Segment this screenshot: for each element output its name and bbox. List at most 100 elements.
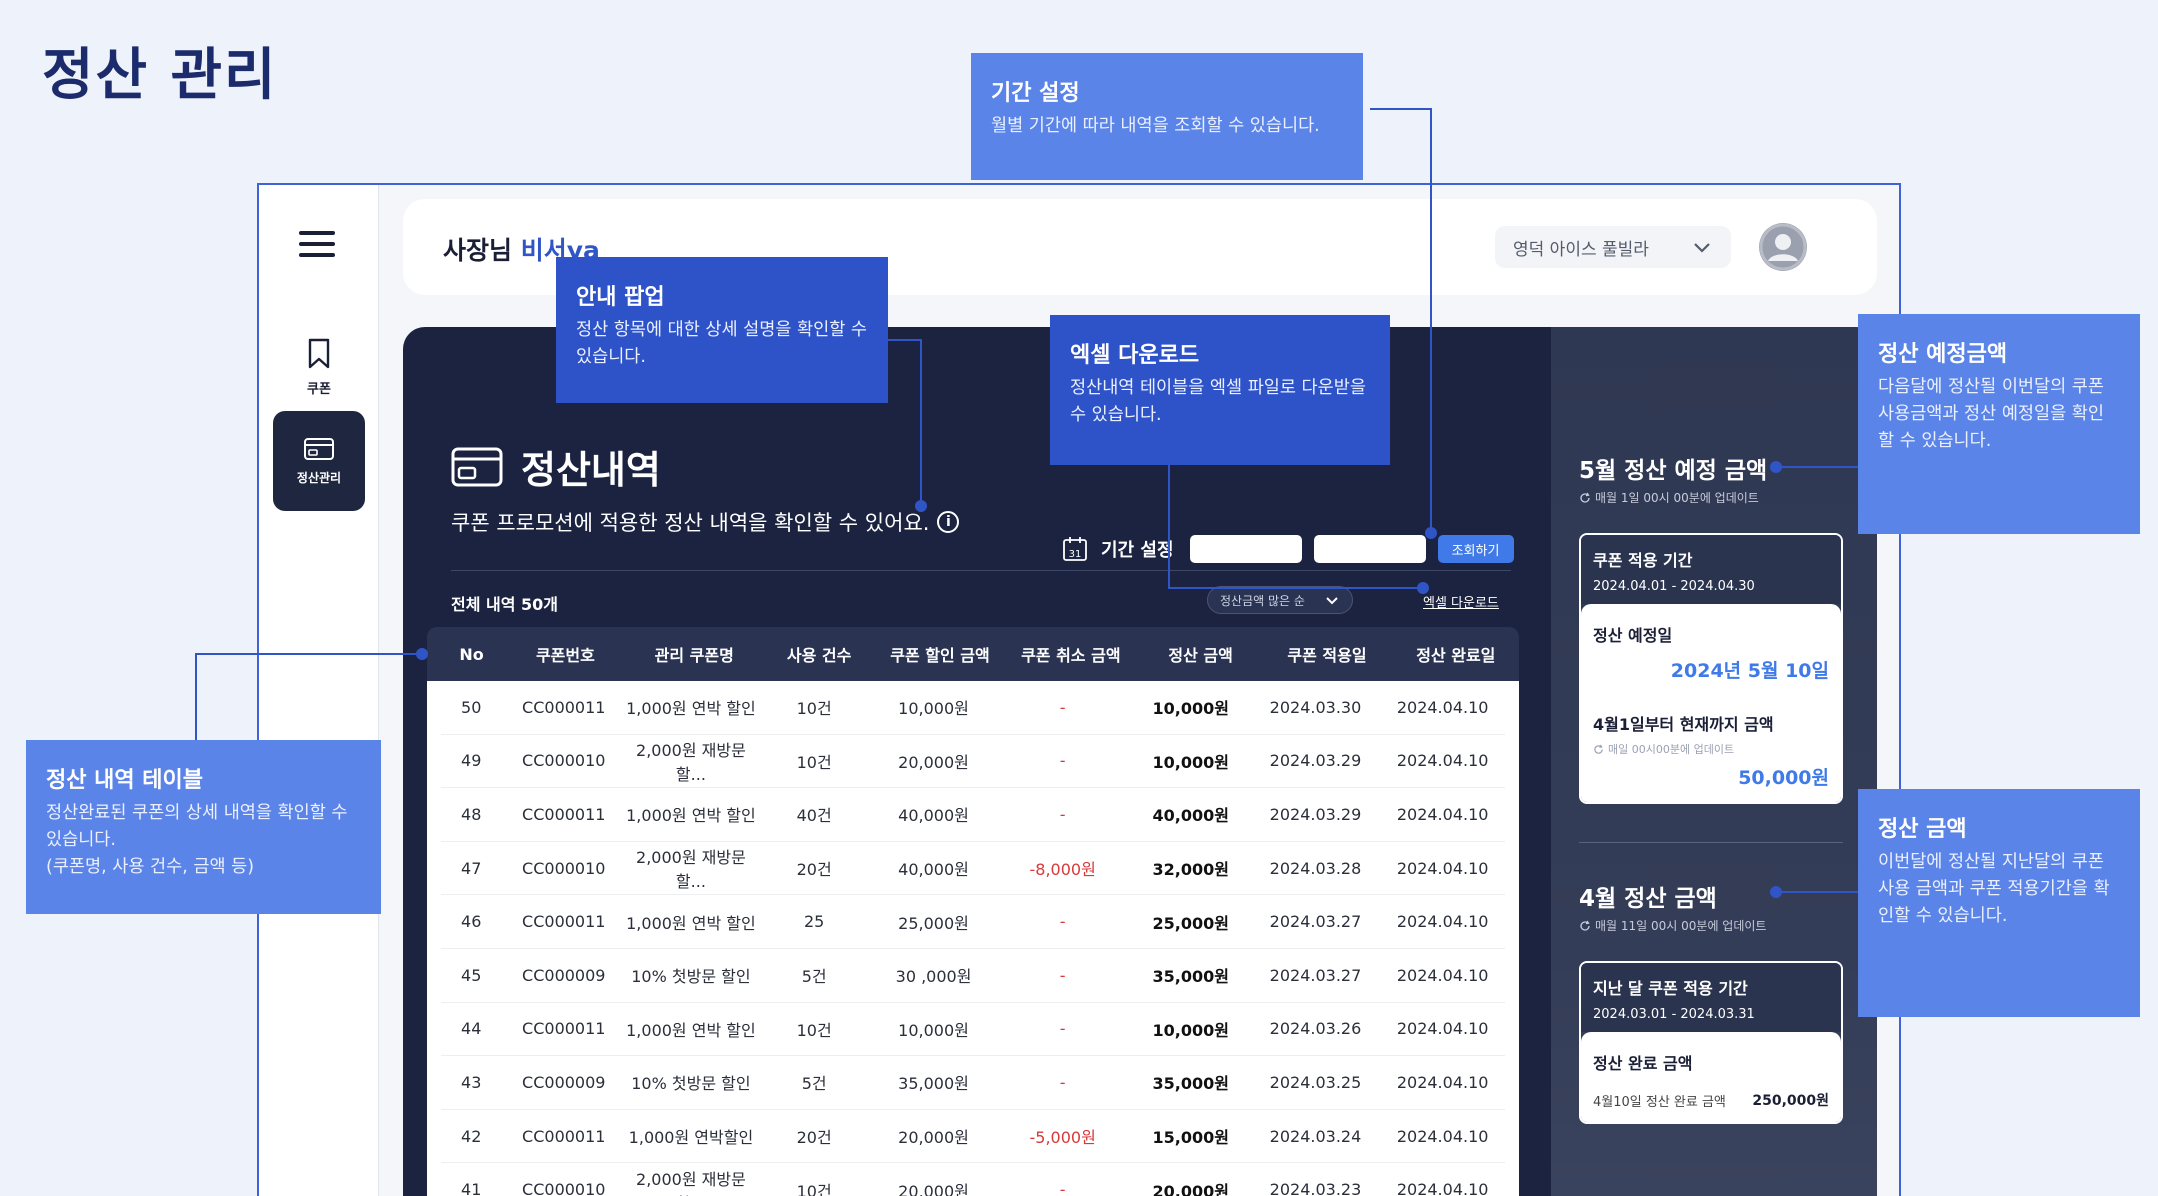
table-cell: 2024.04.10: [1396, 697, 1489, 717]
table-row[interactable]: 47 CC000010 2,000원 재방문 할... 20건 40,000원 -8,00…: [441, 842, 1505, 896]
table-row[interactable]: 46 CC000011 1,000원 연박 할인 25 25,000원 - 25,000원 2…: [441, 895, 1505, 949]
table-cell: 35,000원: [1152, 967, 1229, 987]
table-cell: 10건: [796, 699, 832, 719]
table-cell: 1,000원 연박 할인: [626, 1020, 756, 1040]
table-cell: 2,000원 재방문 할...: [636, 740, 746, 784]
table-cell: CC000009: [522, 965, 606, 985]
table-cell: 48: [461, 804, 482, 824]
table-cell: 10,000원: [1152, 1020, 1229, 1040]
table-cell: 2024.04.10: [1396, 858, 1489, 878]
table-cell: 2024.03.27: [1269, 965, 1362, 985]
table-cell: -5,000원: [1029, 1128, 1096, 1148]
done-label: 정산 완료 금액: [1593, 1054, 1693, 1073]
column-header[interactable]: 쿠폰 적용일: [1261, 642, 1392, 666]
leader-line: [1168, 587, 1422, 589]
avatar[interactable]: [1759, 223, 1807, 271]
sidebar-item-settlement[interactable]: 정산관리: [273, 411, 365, 511]
column-header[interactable]: 쿠폰 취소 금액: [1002, 642, 1140, 666]
table-cell: CC000011: [522, 697, 606, 717]
table-row[interactable]: 45 CC000009 10% 첫방문 할인 5건 30 ,000원 - 35,000원 20…: [441, 949, 1505, 1003]
callout-title: 정산 금액: [1878, 817, 1967, 842]
column-header[interactable]: 관리 쿠폰명: [629, 642, 760, 666]
table-cell: 2024.04.10: [1396, 1072, 1489, 1092]
menu-icon[interactable]: [299, 231, 335, 257]
column-header[interactable]: 사용 건수: [760, 642, 878, 666]
sidebar: 쿠폰 정산관리: [259, 185, 379, 1196]
table-cell: 20,000원: [898, 1181, 969, 1196]
column-header[interactable]: No: [441, 645, 502, 664]
end-date-input[interactable]: [1313, 535, 1426, 563]
table-cell: -8,000원: [1029, 860, 1096, 880]
table-row[interactable]: 42 CC000011 1,000원 연박할인 20건 20,000원 -5,000원 15…: [441, 1110, 1505, 1164]
table-cell: 47: [461, 858, 482, 878]
sidebar-item-coupon[interactable]: 쿠폰: [273, 317, 365, 417]
leader-line: [1779, 891, 1861, 893]
table-cell: 32,000원: [1152, 860, 1229, 880]
table-row[interactable]: 41 CC000010 2,000원 재방문 할... 10건 20,000원 - 20,0…: [441, 1163, 1505, 1196]
table-cell: CC000011: [522, 1126, 606, 1146]
table-cell: 35,000원: [898, 1074, 969, 1094]
column-header[interactable]: 쿠폰 할인 금액: [878, 642, 1001, 666]
sort-select-value: 정산금액 많은 순: [1220, 593, 1305, 608]
table-cell: -: [1059, 804, 1066, 824]
table-cell: 2024.03.23: [1269, 1180, 1362, 1196]
table-row[interactable]: 44 CC000011 1,000원 연박 할인 10건 10,000원 - 10,000원…: [441, 1003, 1505, 1057]
calendar-icon: 31: [1063, 537, 1087, 561]
start-date-input[interactable]: [1189, 535, 1302, 563]
card-period: 2024.04.01 - 2024.04.30: [1593, 579, 1755, 594]
table-cell: CC000010: [522, 1180, 606, 1196]
table-row[interactable]: 49 CC000010 2,000원 재방문 할... 10건 20,000원 - 10,0…: [441, 735, 1505, 789]
sort-select[interactable]: 정산금액 많은 순: [1207, 586, 1353, 614]
table-cell: CC000010: [522, 751, 606, 771]
table-cell: 46: [461, 912, 482, 932]
due-date-label: 정산 예정일: [1593, 626, 1673, 645]
leader-dot: [1417, 582, 1429, 594]
leader-dot: [1425, 527, 1437, 539]
card-period-label: 쿠폰 적용 기간: [1593, 551, 1693, 570]
table-cell: 2024.03.24: [1269, 1126, 1362, 1146]
table-cell: 2024.03.25: [1269, 1072, 1362, 1092]
column-header[interactable]: 정산 완료일: [1393, 642, 1519, 666]
page-title: 정산 관리: [42, 43, 278, 108]
table-cell: 30 ,000원: [895, 967, 972, 987]
april-summary-note: 매월 11일 00시 00분에 업데이트: [1579, 917, 1766, 934]
table-cell: 40,000원: [898, 860, 969, 880]
table-cell: -: [1059, 751, 1066, 771]
leader-line: [1168, 464, 1170, 588]
query-button[interactable]: 조회하기: [1437, 535, 1514, 563]
total-count: 전체 내역 50개: [451, 595, 559, 614]
table-cell: -: [1059, 965, 1066, 985]
leader-dot: [1770, 461, 1782, 473]
table-cell: -: [1059, 1072, 1066, 1092]
summary-panel: 5월 정산 예정 금액 매월 1일 00시 00분에 업데이트 쿠폰 적용 기간…: [1551, 327, 1877, 1196]
table-cell: 2024.04.10: [1396, 751, 1489, 771]
card-icon: [451, 447, 503, 486]
running-amount: 50,000원: [1738, 767, 1829, 789]
table-row[interactable]: 48 CC000011 1,000원 연박 할인 40건 40,000원 - 40,000원…: [441, 788, 1505, 842]
callout-title: 기간 설정: [991, 81, 1080, 106]
divider: [451, 570, 1511, 571]
callout-title: 정산 예정금액: [1878, 342, 2008, 367]
excel-download-link[interactable]: 엑셀 다운로드: [1423, 592, 1499, 611]
table-cell: 25: [804, 912, 825, 932]
panel-description: 쿠폰 프로모션에 적용한 정산 내역을 확인할 수 있어요. i: [451, 507, 960, 537]
column-header[interactable]: 정산 금액: [1140, 642, 1261, 666]
table-cell: 2024.04.10: [1396, 1019, 1489, 1039]
card-icon: [304, 437, 334, 460]
leader-line: [195, 653, 421, 655]
table-cell: 20건: [796, 860, 832, 880]
table-cell: 43: [461, 1072, 482, 1092]
callout-desc: 정산내역 테이블을 엑셀 파일로 다운받을 수 있습니다.: [1070, 378, 1366, 426]
table-cell: -: [1059, 1180, 1066, 1196]
leader-line: [886, 339, 922, 341]
table-row[interactable]: 50 CC000011 1,000원 연박 할인 10건 10,000원 - 10,000원…: [441, 681, 1505, 735]
table-row[interactable]: 43 CC000009 10% 첫방문 할인 5건 35,000원 - 35,000원 202…: [441, 1056, 1505, 1110]
table-cell: -: [1059, 1019, 1066, 1039]
column-header[interactable]: 쿠폰번호: [502, 642, 628, 666]
period-label: 기간 설정: [1101, 540, 1174, 561]
table-cell: 1,000원 연박 할인: [626, 913, 756, 933]
info-icon[interactable]: i: [937, 511, 960, 533]
table-cell: 2024.03.27: [1269, 912, 1362, 932]
leader-dot: [915, 500, 927, 512]
store-select[interactable]: 영덕 아이스 풀빌라: [1495, 226, 1731, 268]
